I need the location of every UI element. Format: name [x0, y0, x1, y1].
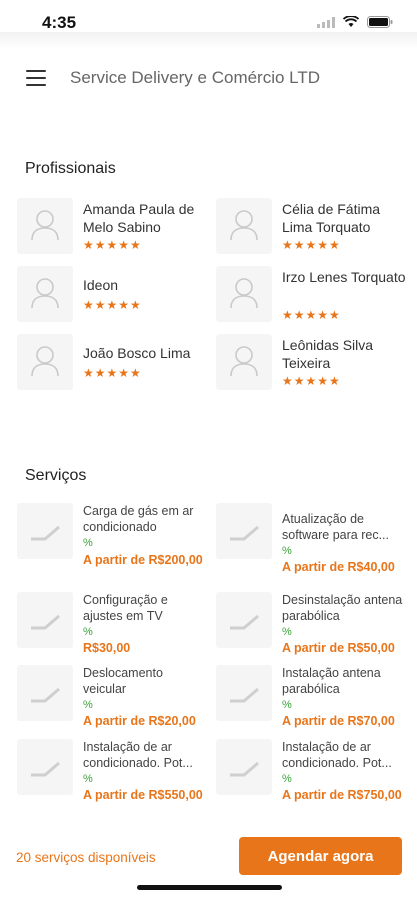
professional-card[interactable]: Irzo Lenes Torquato ★★★★★ [216, 266, 406, 324]
service-price: A partir de R$200,00 [83, 553, 203, 567]
service-price: R$30,00 [83, 641, 131, 655]
avatar [17, 334, 73, 390]
page-title: Service Delivery e Comércio LTD [70, 68, 321, 87]
service-thumbnail [216, 503, 272, 559]
service-card[interactable]: Atualização de software para rec... % A … [216, 503, 406, 574]
service-price: A partir de R$750,00 [282, 788, 402, 802]
avatar [216, 334, 272, 390]
image-placeholder-icon [31, 525, 60, 541]
avatar [216, 198, 272, 254]
status-icons [317, 16, 393, 28]
status-time: 4:35 [42, 13, 77, 32]
service-thumbnail [216, 739, 272, 795]
service-price: A partir de R$70,00 [282, 714, 395, 728]
service-name: Instalação antena parabólica [282, 666, 381, 696]
service-thumbnail [17, 739, 73, 795]
professional-card[interactable]: Amanda Paula de Melo Sabino ★★★★★ [17, 198, 207, 256]
user-placeholder-icon [230, 210, 258, 241]
professional-name: Célia de Fátima Lima Torquato [282, 201, 381, 235]
image-placeholder-icon [31, 761, 60, 777]
service-price: A partir de R$40,00 [282, 560, 395, 574]
service-card[interactable]: Instalação de ar condicionado. Pot... % … [216, 739, 406, 809]
avatar [216, 266, 272, 322]
service-name: Atualização de software para rec... [282, 512, 389, 542]
schedule-now-button[interactable]: Agendar agora [239, 837, 402, 875]
professional-name: Irzo Lenes Torquato [282, 269, 406, 285]
service-thumbnail [17, 503, 73, 559]
top-app-bar: Service Delivery e Comércio LTD [0, 58, 417, 98]
professional-card[interactable]: Leônidas Silva Teixeira ★★★★★ [216, 334, 406, 392]
rating-stars: ★★★★★ [282, 308, 341, 322]
discount-tag-icon: % [83, 699, 93, 711]
service-price: A partir de R$550,00 [83, 788, 203, 802]
available-services-link[interactable]: 20 serviços disponíveis [16, 850, 156, 865]
signal-icon [317, 16, 335, 28]
avatar [17, 266, 73, 322]
image-placeholder-icon [230, 761, 259, 777]
discount-tag-icon: % [282, 626, 292, 638]
avatar [17, 198, 73, 254]
discount-tag-icon: % [83, 537, 93, 549]
professional-name: João Bosco Lima [83, 345, 191, 361]
professionals-section-title: Profissionais [25, 160, 116, 177]
discount-tag-icon: % [282, 773, 292, 785]
services-section-title: Serviços [25, 467, 87, 484]
service-card[interactable]: Instalação antena parabólica % A partir … [216, 665, 406, 735]
image-placeholder-icon [31, 687, 60, 703]
user-placeholder-icon [230, 346, 258, 377]
service-name: Carga de gás em ar condicionado [83, 504, 194, 534]
service-card[interactable]: Configuração e ajustes em TV % R$30,00 [17, 592, 207, 662]
professional-name: Ideon [83, 277, 119, 293]
discount-tag-icon: % [83, 626, 93, 638]
service-thumbnail [17, 665, 73, 721]
user-placeholder-icon [31, 278, 59, 309]
scrolled-content-fade [0, 32, 417, 50]
image-placeholder-icon [230, 525, 259, 541]
professional-name: Leônidas Silva Teixeira [282, 337, 374, 371]
service-name: Instalação de ar condicionado. Pot... [83, 740, 193, 770]
service-thumbnail [216, 665, 272, 721]
service-price: A partir de R$20,00 [83, 714, 196, 728]
image-placeholder-icon [31, 614, 60, 630]
rating-stars: ★★★★★ [83, 366, 142, 380]
rating-stars: ★★★★★ [282, 238, 341, 252]
home-indicator [137, 885, 282, 890]
wifi-icon [343, 16, 359, 27]
image-placeholder-icon [230, 614, 259, 630]
rating-stars: ★★★★★ [83, 298, 142, 312]
rating-stars: ★★★★★ [282, 374, 341, 388]
service-card[interactable]: Desinstalação antena parabólica % A part… [216, 592, 406, 662]
professional-card[interactable]: João Bosco Lima ★★★★★ [17, 334, 207, 392]
service-thumbnail [17, 592, 73, 648]
image-placeholder-icon [230, 687, 259, 703]
user-placeholder-icon [230, 278, 258, 309]
professional-name: Amanda Paula de Melo Sabino [83, 201, 195, 235]
rating-stars: ★★★★★ [83, 238, 142, 252]
discount-tag-icon: % [282, 545, 292, 557]
service-card[interactable]: Deslocamento veicular % A partir de R$20… [17, 665, 207, 735]
battery-icon [367, 16, 393, 28]
professional-card[interactable]: Ideon ★★★★★ [17, 266, 207, 324]
service-card[interactable]: Instalação de ar condicionado. Pot... % … [17, 739, 207, 809]
discount-tag-icon: % [282, 699, 292, 711]
service-thumbnail [216, 592, 272, 648]
service-price: A partir de R$50,00 [282, 641, 395, 655]
service-name: Desinstalação antena parabólica [282, 593, 403, 623]
service-name: Configuração e ajustes em TV [83, 593, 168, 623]
service-name: Deslocamento veicular [83, 666, 163, 696]
hamburger-menu-icon[interactable] [26, 70, 46, 86]
discount-tag-icon: % [83, 773, 93, 785]
service-card[interactable]: Carga de gás em ar condicionado % A part… [17, 503, 207, 573]
professional-card[interactable]: Célia de Fátima Lima Torquato ★★★★★ [216, 198, 406, 256]
user-placeholder-icon [31, 210, 59, 241]
user-placeholder-icon [31, 346, 59, 377]
service-name: Instalação de ar condicionado. Pot... [282, 740, 392, 770]
